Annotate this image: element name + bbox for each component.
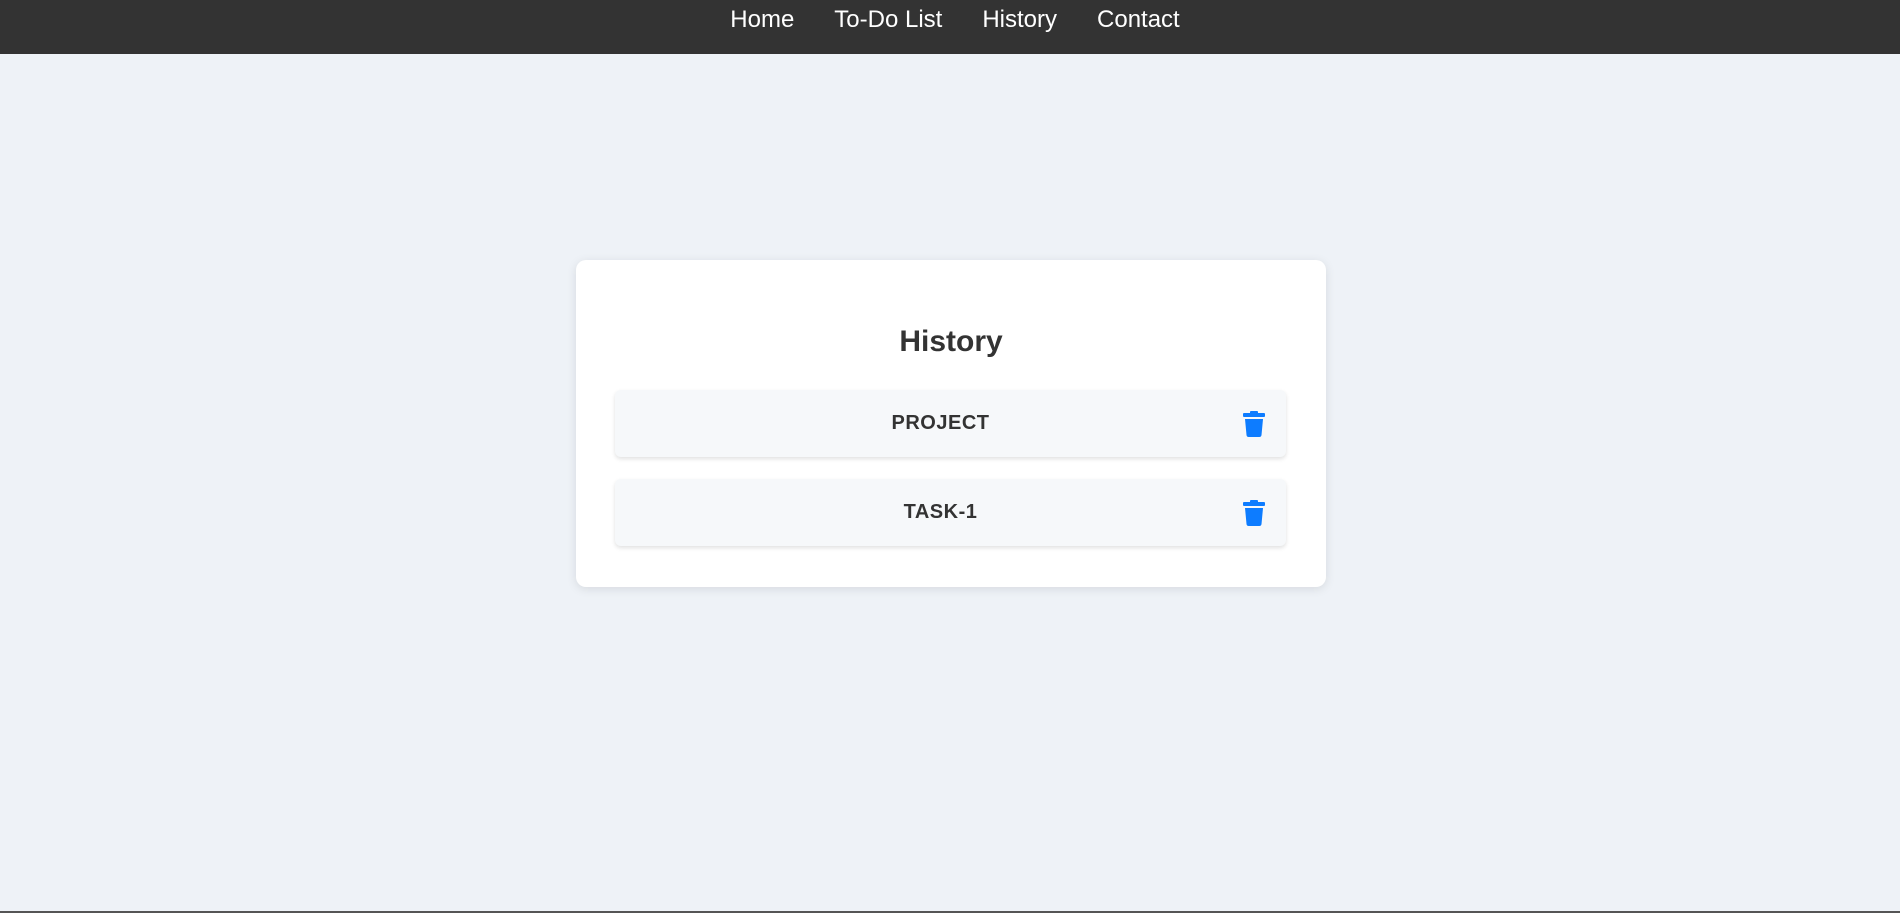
history-title: History <box>899 325 1003 358</box>
trash-icon <box>1243 410 1265 437</box>
nav-link-todo-list[interactable]: To-Do List <box>834 6 942 34</box>
history-item: TASK-1 <box>615 479 1286 546</box>
nav-link-home[interactable]: Home <box>730 6 794 34</box>
delete-button[interactable] <box>1242 410 1266 438</box>
nav-links: Home To-Do List History Contact <box>730 0 1179 34</box>
top-navbar: Home To-Do List History Contact <box>0 0 1900 54</box>
nav-link-contact[interactable]: Contact <box>1097 6 1180 34</box>
history-item: PROJECT <box>615 390 1286 457</box>
history-card: History PROJECT TASK-1 <box>576 260 1326 587</box>
history-item-label: TASK-1 <box>903 501 978 523</box>
delete-button[interactable] <box>1242 499 1266 527</box>
nav-link-history[interactable]: History <box>982 6 1057 34</box>
history-item-label: PROJECT <box>891 412 990 434</box>
trash-icon <box>1243 499 1265 526</box>
